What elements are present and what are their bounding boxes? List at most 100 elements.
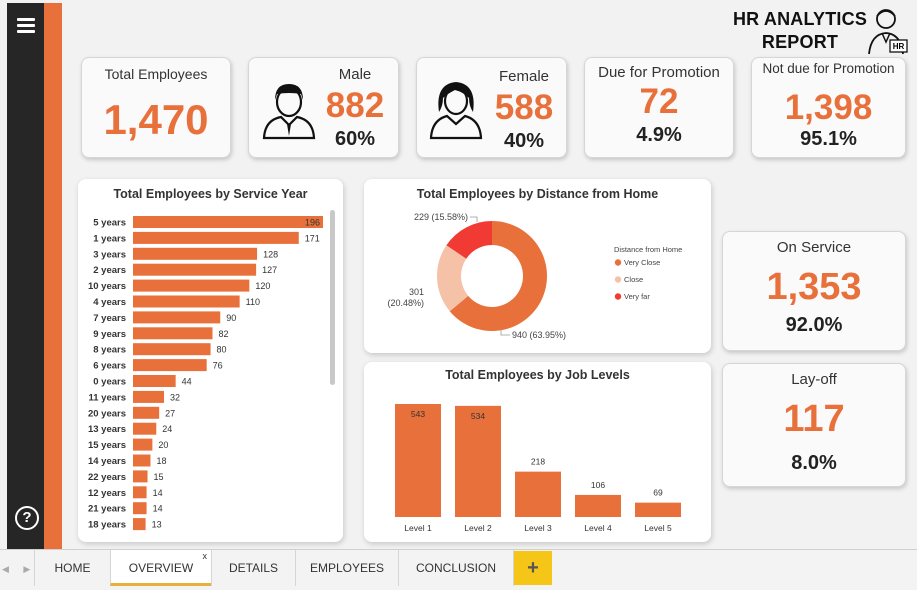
service-year-tick-label: 1 years — [93, 233, 126, 244]
job-level-bar — [455, 405, 501, 517]
kpi-due-promotion-pct: 4.9% — [636, 124, 682, 146]
service-year-bar — [133, 295, 240, 308]
kpi-due-promotion-value: 72 — [639, 82, 679, 121]
service-year-data-label: 14 — [153, 504, 163, 514]
job-level-bar — [575, 494, 621, 517]
service-year-bar — [133, 263, 257, 276]
job-level-tick-label: Level 2 — [464, 523, 492, 533]
service-year-bar — [133, 470, 148, 483]
tab-home-label: HOME — [54, 561, 91, 575]
job-level-data-label: 543 — [411, 409, 425, 419]
service-year-tick-label: 5 years — [93, 218, 126, 229]
job-level-data-label: 534 — [471, 411, 485, 421]
kpi-not-due-promotion-label: Not due for Promotion — [762, 61, 895, 76]
tab-scroll-arrows-icon[interactable]: ◀ ▶ — [2, 564, 36, 575]
service-year-tick-label: 2 years — [93, 265, 126, 276]
kpi-male-card: Male 882 60% — [248, 57, 399, 158]
service-year-chart: 5 years 196 1 years 171 3 years 128 2 years 127… — [88, 216, 323, 531]
job-level-bar — [515, 471, 561, 517]
service-year-tick-label: 20 years — [88, 408, 126, 419]
service-year-tick-label: 18 years — [88, 520, 126, 531]
service-year-bar — [133, 231, 299, 244]
service-year-tick-label: 0 years — [93, 377, 126, 388]
tab-close-icon[interactable]: x — [203, 538, 208, 574]
nav-rail — [7, 3, 44, 549]
service-year-bar — [133, 311, 221, 324]
service-year-tick-label: 7 years — [93, 313, 126, 324]
job-levels-chart: 543 Level 1 534 Level 2 218 Level 3 106 Level 4… — [395, 404, 681, 533]
service-year-bar — [133, 279, 250, 292]
tab-overview[interactable]: OVERVIEW x — [110, 550, 211, 586]
donut-legend-marker — [614, 293, 622, 300]
tab-conclusion-label: CONCLUSION — [415, 561, 496, 575]
add-page-button[interactable]: + — [514, 551, 552, 585]
service-year-scrollbar[interactable] — [330, 210, 335, 385]
page-tab-bar: ◀ ▶ HOME OVERVIEW x DETAILS EMPLOYEES CO… — [0, 549, 917, 590]
kpi-total-value: 1,470 — [103, 96, 209, 143]
kpi-total-card: Total Employees 1,470 — [81, 57, 231, 158]
donut-data-label-close: 301 — [409, 287, 424, 297]
tab-overview-label: OVERVIEW — [128, 561, 194, 575]
kpi-total-label: Total Employees — [104, 66, 208, 82]
service-year-tick-label: 6 years — [93, 361, 126, 372]
male-avatar-icon — [262, 84, 316, 140]
tab-details-label: DETAILS — [228, 561, 279, 575]
kpi-on-service-label: On Service — [776, 239, 852, 256]
donut-legend-label: Very far — [624, 292, 650, 301]
service-year-chart-title: Total Employees by Service Year — [113, 187, 308, 201]
job-level-bar — [395, 404, 441, 517]
service-year-data-label: 82 — [218, 329, 228, 339]
service-year-tick-label: 3 years — [93, 249, 126, 260]
service-year-tick-label: 11 years — [88, 392, 126, 403]
service-year-bar — [133, 343, 211, 356]
tab-employees-label: EMPLOYEES — [309, 561, 385, 575]
service-year-bar — [133, 502, 147, 515]
kpi-on-service-value: 1,353 — [766, 266, 862, 308]
kpi-on-service-pct: 92.0% — [785, 314, 843, 336]
service-year-tick-label: 13 years — [88, 424, 126, 435]
service-year-data-label: 127 — [262, 265, 277, 275]
kpi-female-value: 588 — [494, 88, 554, 127]
tab-details[interactable]: DETAILS — [211, 550, 295, 586]
female-avatar-icon — [429, 82, 483, 140]
service-year-bar — [133, 375, 176, 387]
service-year-bar — [133, 438, 153, 451]
service-year-data-label: 196 — [305, 218, 320, 228]
job-levels-panel: Total Employees by Job Levels 543 Level 1… — [364, 362, 711, 542]
service-year-tick-label: 12 years — [88, 488, 126, 499]
kpi-not-due-promotion-value: 1,398 — [784, 88, 873, 127]
service-year-tick-label: 21 years — [88, 504, 126, 515]
service-year-data-label: 120 — [255, 281, 270, 291]
job-level-tick-label: Level 1 — [404, 523, 432, 533]
tab-home[interactable]: HOME — [34, 550, 110, 586]
service-year-bar — [133, 454, 151, 467]
job-level-tick-label: Level 5 — [644, 523, 672, 533]
nav-rail-accent — [44, 3, 62, 549]
donut-legend-marker — [614, 259, 622, 266]
kpi-male-value: 882 — [325, 86, 385, 125]
service-year-bar — [133, 247, 258, 260]
service-year-bar — [133, 216, 323, 228]
service-year-data-label: 44 — [182, 377, 192, 387]
hr-badge-text: HR — [893, 42, 905, 51]
tab-employees[interactable]: EMPLOYEES — [295, 550, 398, 586]
kpi-female-pct: 40% — [503, 130, 545, 152]
job-level-data-label: 106 — [591, 480, 605, 490]
distance-donut-chart: 940 (63.95%) 229 (15.58%) 301(20.48%) Dista… — [387, 212, 682, 340]
kpi-female-card: Female 588 40% — [416, 57, 567, 158]
donut-legend-marker — [614, 276, 622, 283]
donut-legend-label: Very Close — [624, 258, 660, 267]
kpi-layoff-value: 117 — [783, 398, 845, 440]
kpi-male-pct: 60% — [334, 128, 376, 150]
tab-conclusion[interactable]: CONCLUSION — [398, 550, 514, 586]
kpi-layoff-pct: 8.0% — [791, 452, 837, 474]
kpi-due-promotion-card: Due for Promotion 72 4.9% — [584, 57, 734, 158]
service-year-data-label: 32 — [170, 392, 180, 402]
donut-data-label-very-far: 229 (15.58%) — [414, 212, 468, 222]
service-year-data-label: 15 — [154, 472, 164, 482]
hamburger-menu-icon[interactable] — [17, 18, 35, 34]
service-year-tick-label: 10 years — [88, 281, 126, 292]
help-icon[interactable]: ? — [15, 506, 39, 530]
kpi-female-label: Female — [498, 68, 550, 85]
service-year-data-label: 110 — [246, 297, 260, 307]
